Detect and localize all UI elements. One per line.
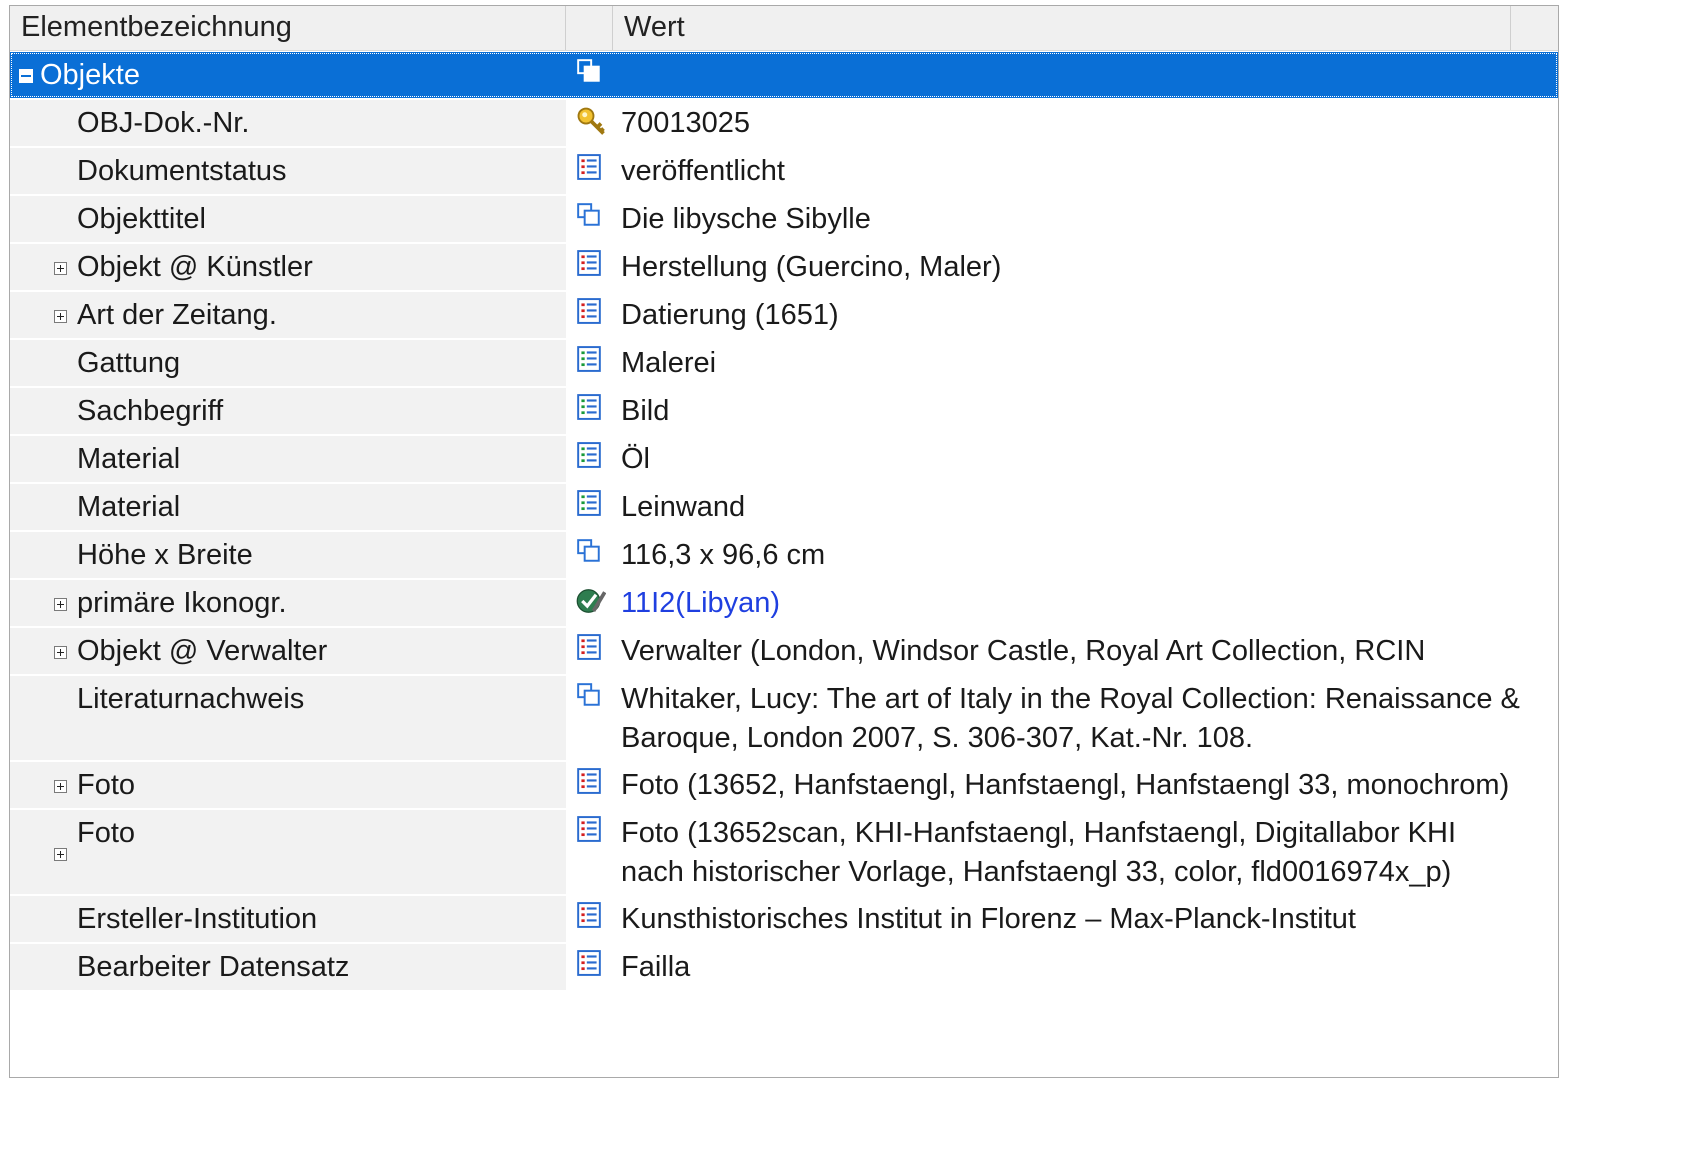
expand-toggle[interactable] <box>54 598 67 611</box>
list-red-icon <box>576 298 601 324</box>
list-red-icon <box>576 634 601 660</box>
tree-row[interactable]: Material Leinwand <box>10 484 1558 532</box>
row-label: Objekte <box>40 59 140 91</box>
row-label: Objekt @ Künstler <box>77 251 313 283</box>
tree-row[interactable]: Höhe x Breite 116,3 x 96,6 cm <box>10 532 1558 580</box>
list-red-icon <box>576 902 601 928</box>
tree-row[interactable]: Objekt @ Verwalter Verwalter (London, Win… <box>10 628 1558 706</box>
tree-row[interactable]: Foto Foto (13652scan, KHI-Hanfstaengl, Ha… <box>10 810 1558 896</box>
list-green-icon <box>576 394 601 420</box>
row-value: Whitaker, Lucy: The art of Italy in the … <box>621 683 1520 754</box>
tree-row[interactable]: Objekttitel Die libysche Sibylle <box>10 196 1558 244</box>
tree-row[interactable]: Material Öl <box>10 436 1558 484</box>
list-red-icon <box>576 250 601 276</box>
list-green-icon <box>576 490 601 516</box>
row-label: Objekttitel <box>77 203 206 235</box>
row-value: Foto (13652scan, KHI-Hanfstaengl, Hanfst… <box>621 817 1456 888</box>
row-value: Herstellung (Guercino, Maler) <box>621 251 1002 283</box>
copy-icon <box>576 58 600 82</box>
column-header-value[interactable]: Wert <box>613 6 1511 50</box>
row-value: Leinwand <box>621 491 746 523</box>
list-green-icon <box>576 346 601 372</box>
row-value: Malerei <box>621 347 717 379</box>
value-link[interactable]: 11I2(Libyan) <box>621 584 1521 623</box>
column-header-filler <box>1511 6 1558 50</box>
column-header-name-label: Elementbezeichnung <box>21 11 292 43</box>
row-label: Material <box>77 443 181 475</box>
tree-row[interactable]: Bearbeiter Datensatz Failla <box>10 944 1558 992</box>
tree-row[interactable]: Sachbegriff Bild <box>10 388 1558 436</box>
row-label: Dokumentstatus <box>77 155 287 187</box>
pen-check-icon <box>576 586 607 613</box>
row-label: Foto <box>77 769 136 801</box>
row-value: Die libysche Sibylle <box>621 203 871 235</box>
row-value: veröffentlicht <box>621 155 785 187</box>
expand-toggle[interactable] <box>54 262 67 275</box>
row-value: Foto (13652, Hanfstaengl, Hanfstaengl, H… <box>621 769 1510 801</box>
list-red-icon <box>576 950 601 976</box>
column-header-icon[interactable] <box>566 6 613 50</box>
grid-header: Elementbezeichnung Wert <box>10 6 1558 51</box>
row-label: Objekt @ Verwalter <box>77 635 328 667</box>
row-value: Öl <box>621 443 650 475</box>
tree-row-objekte[interactable]: Objekte <box>10 52 1558 98</box>
list-red-icon <box>576 768 601 794</box>
row-value: Bild <box>621 395 670 427</box>
tree-row[interactable]: Dokumentstatus veröffentlicht <box>10 148 1558 196</box>
row-value: 70013025 <box>621 107 751 139</box>
property-grid: Elementbezeichnung Wert Objekte OBJ-Dok.-… <box>9 5 1559 1078</box>
row-label: primäre Ikonogr. <box>77 587 287 619</box>
row-label: Foto <box>77 817 136 849</box>
expand-toggle[interactable] <box>54 780 67 793</box>
tree-row[interactable]: Art der Zeitang. Datierung (1651) <box>10 292 1558 340</box>
copy-icon <box>576 682 600 706</box>
list-green-icon <box>576 442 601 468</box>
tree-row[interactable]: Ersteller-Institution Kunsthistorisches I… <box>10 896 1558 944</box>
row-label: Gattung <box>77 347 181 379</box>
row-value: Datierung (1651) <box>621 299 839 331</box>
row-label: Sachbegriff <box>77 395 224 427</box>
list-red-icon <box>576 816 601 842</box>
expand-toggle[interactable] <box>54 310 67 323</box>
row-value: 116,3 x 96,6 cm <box>621 539 826 571</box>
collapse-toggle[interactable] <box>19 69 33 83</box>
row-label: Material <box>77 491 181 523</box>
tree-row[interactable]: Objekt @ Künstler Herstellung (Guercino, … <box>10 244 1558 292</box>
row-value: Failla <box>621 951 691 983</box>
copy-icon <box>576 538 600 562</box>
tree-row[interactable]: Literaturnachweis Whitaker, Lucy: The art… <box>10 676 1558 762</box>
expand-toggle[interactable] <box>54 646 67 659</box>
expand-toggle[interactable] <box>54 848 67 861</box>
key-icon <box>576 106 605 135</box>
column-header-name[interactable]: Elementbezeichnung <box>10 6 566 50</box>
row-label: Art der Zeitang. <box>77 299 277 331</box>
list-red-icon <box>576 154 601 180</box>
row-label: Bearbeiter Datensatz <box>77 951 350 983</box>
column-header-value-label: Wert <box>624 11 685 43</box>
row-value: Kunsthistorisches Institut in Florenz – … <box>621 903 1356 935</box>
row-label: OBJ-Dok.-Nr. <box>77 107 250 139</box>
tree-row[interactable]: Gattung Malerei <box>10 340 1558 388</box>
tree-row[interactable]: Foto Foto (13652, Hanfstaengl, Hanfstaeng… <box>10 762 1558 810</box>
copy-icon <box>576 202 600 226</box>
row-label: Ersteller-Institution <box>77 903 318 935</box>
row-label: Literaturnachweis <box>77 683 305 715</box>
tree-row[interactable]: primäre Ikonogr. 11I2(Libyan) <box>10 580 1558 628</box>
row-label: Höhe x Breite <box>77 539 253 571</box>
tree-row[interactable]: OBJ-Dok.-Nr. 70013025 <box>10 100 1558 148</box>
